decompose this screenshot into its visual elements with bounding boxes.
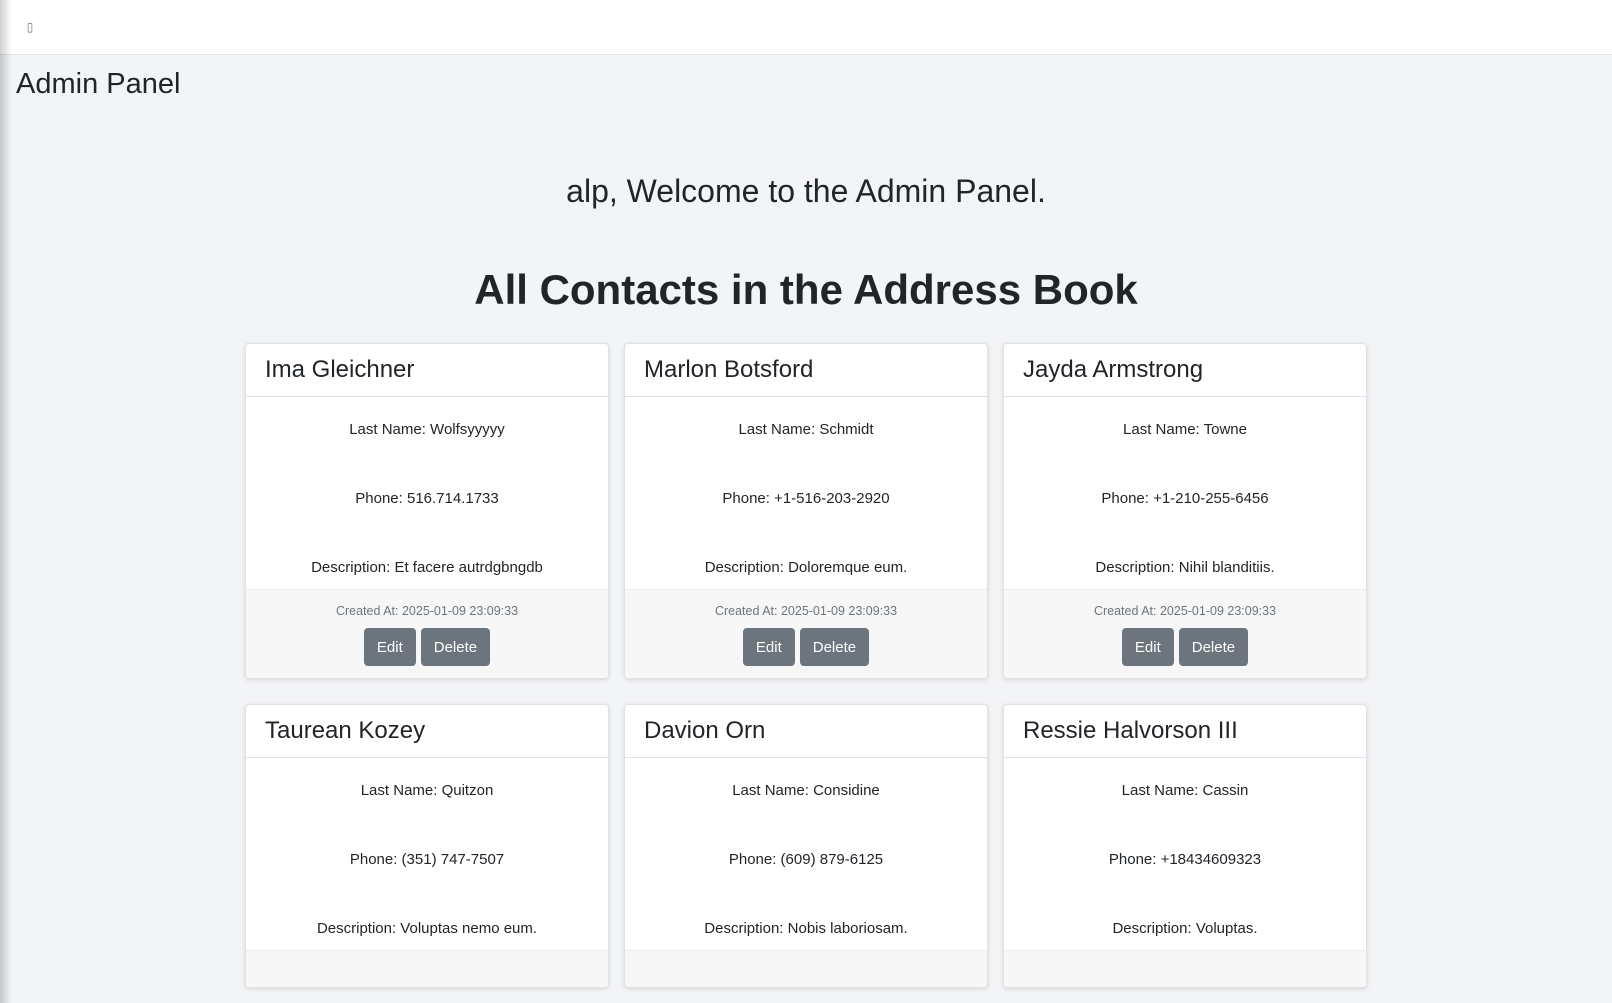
contact-phone: Phone: 516.714.1733 — [355, 490, 499, 507]
contact-description: Description: Doloremque eum. — [704, 559, 908, 576]
window-edge-shadow — [0, 0, 12, 1003]
contact-last-name: Last Name: Towne — [1123, 421, 1247, 438]
contact-last-name: Last Name: Wolfsyyyyy — [349, 421, 505, 438]
contact-description: Description: Voluptas. — [1112, 920, 1258, 937]
contact-card: Jayda Armstrong Last Name: Towne Phone: … — [1003, 343, 1367, 679]
top-navbar: ▯ — [0, 0, 1612, 55]
contact-details: Last Name: Schmidt Phone: +1-516-203-292… — [625, 397, 987, 589]
contact-card-footer — [625, 950, 987, 987]
contact-card: Davion Orn Last Name: Considine Phone: (… — [624, 704, 988, 988]
contact-details: Last Name: Cassin Phone: +18434609323 De… — [1004, 758, 1366, 950]
contact-phone: Phone: (351) 747-7507 — [349, 851, 505, 868]
contact-created-at: Created At: 2025-01-09 23:09:33 — [335, 604, 519, 618]
contact-details: Last Name: Wolfsyyyyy Phone: 516.714.173… — [246, 397, 608, 589]
contact-card-footer — [1004, 950, 1366, 987]
contact-created-at: Created At: 2025-01-09 23:09:33 — [714, 604, 898, 618]
contact-last-name: Last Name: Cassin — [1121, 782, 1249, 799]
contact-last-name: Last Name: Schmidt — [738, 421, 874, 438]
contact-card: Taurean Kozey Last Name: Quitzon Phone: … — [245, 704, 609, 988]
contact-description: Description: Nobis laboriosam. — [704, 920, 908, 937]
edit-button[interactable]: Edit — [742, 628, 795, 666]
contact-actions: Edit Delete — [625, 628, 987, 666]
contact-details: Last Name: Towne Phone: +1-210-255-6456 … — [1004, 397, 1366, 589]
contact-name: Jayda Armstrong — [1004, 344, 1366, 397]
contact-card: Ressie Halvorson III Last Name: Cassin P… — [1003, 704, 1367, 988]
contact-name: Davion Orn — [625, 705, 987, 758]
contact-actions: Edit Delete — [246, 628, 608, 666]
menu-toggle-icon[interactable]: ▯ — [23, 18, 37, 36]
contact-actions: Edit Delete — [1004, 628, 1366, 666]
contact-last-name: Last Name: Quitzon — [360, 782, 494, 799]
contact-phone: Phone: +1-516-203-2920 — [722, 490, 890, 507]
contact-card-footer: Created At: 2025-01-09 23:09:33 Edit Del… — [625, 589, 987, 678]
edit-button[interactable]: Edit — [1121, 628, 1174, 666]
contact-description: Description: Nihil blanditiis. — [1095, 559, 1275, 576]
contact-created-at: Created At: 2025-01-09 23:09:33 — [1093, 604, 1277, 618]
contact-phone: Phone: +18434609323 — [1108, 851, 1262, 868]
edit-button[interactable]: Edit — [363, 628, 416, 666]
brand-title: Admin Panel — [16, 68, 181, 100]
contact-name: Taurean Kozey — [246, 705, 608, 758]
contact-card: Ima Gleichner Last Name: Wolfsyyyyy Phon… — [245, 343, 609, 679]
contact-phone: Phone: +1-210-255-6456 — [1101, 490, 1269, 507]
delete-button[interactable]: Delete — [799, 628, 870, 666]
contact-description: Description: Voluptas nemo eum. — [316, 920, 538, 937]
delete-button[interactable]: Delete — [420, 628, 491, 666]
contact-name: Ressie Halvorson III — [1004, 705, 1366, 758]
contact-details: Last Name: Considine Phone: (609) 879-61… — [625, 758, 987, 950]
contact-name: Marlon Botsford — [625, 344, 987, 397]
contact-details: Last Name: Quitzon Phone: (351) 747-7507… — [246, 758, 608, 950]
contact-last-name: Last Name: Considine — [732, 782, 880, 799]
contact-phone: Phone: (609) 879-6125 — [728, 851, 884, 868]
welcome-heading: alp, Welcome to the Admin Panel. — [566, 173, 1046, 209]
contact-card-footer: Created At: 2025-01-09 23:09:33 Edit Del… — [1004, 589, 1366, 678]
delete-button[interactable]: Delete — [1178, 628, 1249, 666]
contact-card-footer: Created At: 2025-01-09 23:09:33 Edit Del… — [246, 589, 608, 678]
contact-card: Marlon Botsford Last Name: Schmidt Phone… — [624, 343, 988, 679]
contacts-section-title: All Contacts in the Address Book — [474, 266, 1138, 313]
contact-description: Description: Et facere autrdgbngdb — [311, 559, 543, 576]
contacts-grid: Ima Gleichner Last Name: Wolfsyyyyy Phon… — [245, 343, 1371, 988]
contact-name: Ima Gleichner — [246, 344, 608, 397]
contact-card-footer — [246, 950, 608, 987]
